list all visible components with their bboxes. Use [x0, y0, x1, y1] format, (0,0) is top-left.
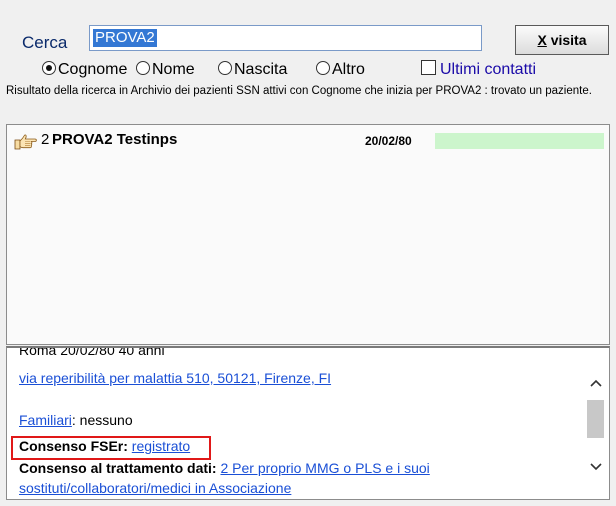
data-consent-label: Consenso al trattamento dati:: [19, 460, 217, 476]
search-label: Cerca: [22, 33, 68, 52]
data-consent-link-cont[interactable]: sostituti/collaboratori/medici in Associ…: [19, 480, 291, 496]
visit-button[interactable]: X visita: [515, 25, 609, 55]
search-input-value: PROVA2: [93, 29, 157, 47]
radio-nome-label: Nome: [152, 61, 195, 78]
search-input[interactable]: PROVA2: [89, 25, 482, 51]
ultimi-contatti-checkbox[interactable]: Ultimi contatti: [421, 59, 536, 81]
data-consent-line-2: sostituti/collaboratori/medici in Associ…: [19, 480, 291, 496]
radio-unselected-icon: [218, 61, 232, 75]
chevron-up-icon: [590, 379, 602, 387]
patient-birth-date: 20/02/80: [365, 134, 412, 148]
visit-button-accelerator: X: [537, 32, 547, 48]
patient-number: 2: [41, 131, 50, 148]
familiari-line: Familiari: nessuno: [19, 412, 133, 428]
chevron-down-icon: [590, 463, 602, 471]
birth-info: Roma 20/02/80 40 anni: [19, 346, 165, 358]
radio-nascita[interactable]: Nascita: [218, 59, 287, 81]
radio-nome[interactable]: Nome: [136, 59, 195, 81]
patient-row[interactable]: 2 PROVA2 Testinps 20/02/80: [8, 129, 608, 151]
fse-highlight-box: [11, 436, 211, 460]
visit-button-label: visita: [546, 32, 587, 48]
scroll-thumb[interactable]: [587, 400, 604, 438]
search-result-message: Risultato della ricerca in Archivio dei …: [6, 85, 592, 97]
patient-name: PROVA2 Testinps: [52, 131, 178, 148]
familiari-link[interactable]: Familiari: [19, 412, 72, 428]
patient-detail-panel: Roma 20/02/80 40 anni via reperibilità p…: [6, 346, 610, 500]
checkbox-icon: [421, 60, 436, 75]
radio-selected-icon: [42, 61, 56, 75]
radio-altro-label: Altro: [332, 61, 365, 78]
familiari-value: : nessuno: [71, 412, 133, 428]
patient-list: 2 PROVA2 Testinps 20/02/80: [6, 124, 610, 345]
data-consent-link[interactable]: 2 Per proprio MMG o PLS e i suoi: [220, 460, 429, 476]
radio-altro[interactable]: Altro: [316, 59, 365, 81]
radio-cognome[interactable]: Cognome: [42, 59, 127, 81]
radio-nascita-label: Nascita: [234, 61, 288, 78]
ultimi-contatti-label: Ultimi contatti: [440, 61, 537, 78]
scroll-up-button[interactable]: [583, 372, 609, 394]
patient-status-bar: [435, 133, 604, 149]
address-link[interactable]: via reperibilità per malattia 510, 50121…: [19, 370, 331, 386]
scroll-down-button[interactable]: [583, 456, 609, 478]
radio-unselected-icon: [316, 61, 330, 75]
data-consent-line: Consenso al trattamento dati: 2 Per prop…: [19, 460, 430, 476]
radio-unselected-icon: [136, 61, 150, 75]
patient-search-window: Cerca PROVA2 X visita Cognome Nome Nasci…: [0, 0, 616, 506]
address-line: via reperibilità per malattia 510, 50121…: [19, 370, 331, 386]
detail-scrollbar[interactable]: [583, 348, 609, 499]
radio-cognome-label: Cognome: [58, 61, 128, 78]
pointing-hand-icon: [14, 134, 37, 150]
